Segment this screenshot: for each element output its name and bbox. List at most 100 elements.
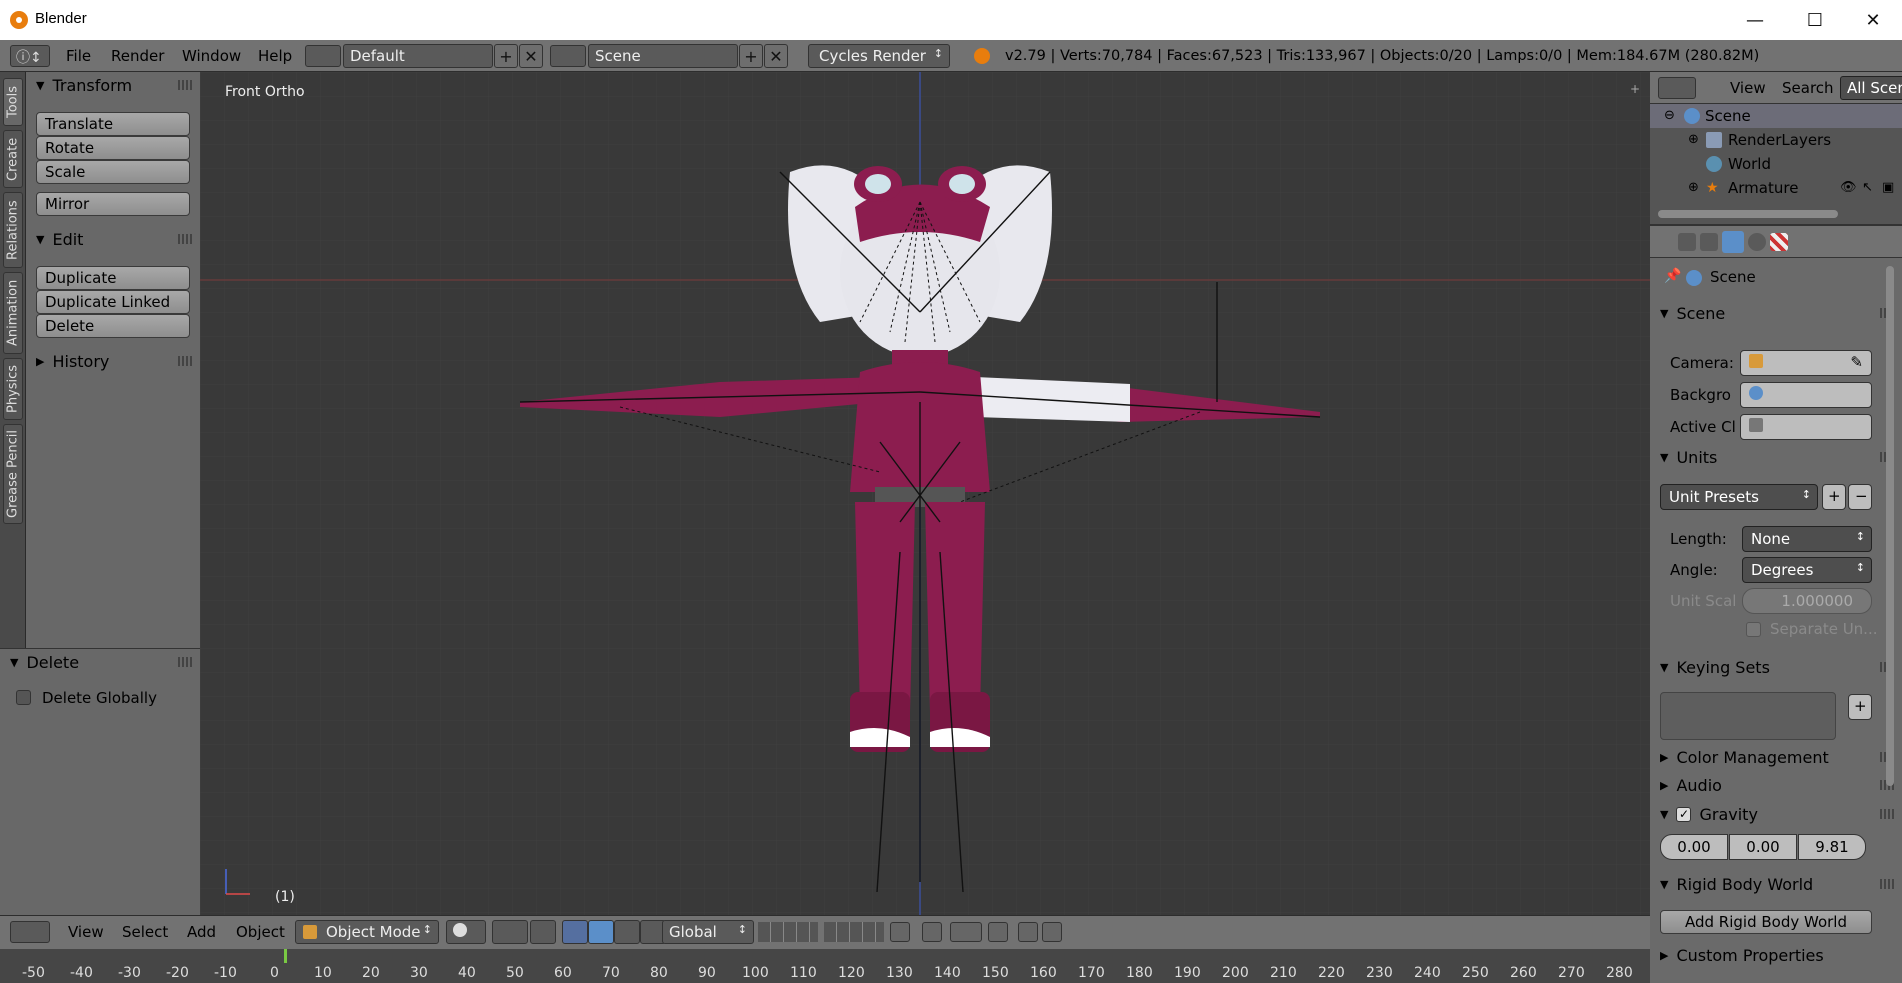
layers-grid-left[interactable] (758, 922, 818, 942)
edit-panel-header[interactable]: ▼ Edit (26, 226, 200, 252)
menu-render[interactable]: Render (111, 47, 164, 65)
mirror-button[interactable]: Mirror (36, 192, 190, 216)
pin-icon[interactable]: 📌 (1664, 268, 1681, 284)
drag-grip-icon[interactable] (178, 657, 192, 667)
remove-layout-button[interactable]: ✕ (519, 44, 543, 68)
gravity-x-field[interactable]: 0.00 (1660, 834, 1728, 860)
selectable-arrow-icon[interactable]: ↖ (1862, 180, 1873, 195)
editor-type-info-icon[interactable]: ⓘ↕ (10, 45, 50, 67)
tab-relations[interactable]: Relations (3, 192, 23, 268)
rotate-manipulator-icon[interactable] (588, 920, 614, 944)
snap-target-icon[interactable] (988, 922, 1008, 942)
3d-viewport[interactable]: Front Ortho (1) + (200, 72, 1650, 915)
viewport-shading-select[interactable] (446, 920, 486, 944)
audio-header[interactable]: ▶ Audio (1650, 772, 1902, 798)
proportional-edit-icon[interactable] (922, 922, 942, 942)
menu-file[interactable]: File (66, 47, 91, 65)
drag-grip-icon[interactable] (178, 234, 192, 244)
render-tab-icon[interactable] (1678, 233, 1696, 251)
render-animation-icon[interactable] (1042, 922, 1062, 942)
duplicate-linked-button[interactable]: Duplicate Linked (36, 290, 190, 314)
tab-create[interactable]: Create (3, 130, 23, 188)
separate-units-checkbox[interactable] (1746, 622, 1761, 637)
outliner-filter-select[interactable]: All Scenes (1840, 76, 1902, 100)
outliner-item-renderlayers[interactable]: RenderLayers (1728, 131, 1831, 149)
pivot-point-select[interactable] (492, 920, 528, 944)
scale-button[interactable]: Scale (36, 160, 190, 184)
collapse-icon[interactable]: ⊖ (1664, 108, 1675, 123)
menu-select[interactable]: Select (122, 923, 168, 941)
menu-object[interactable]: Object (236, 923, 285, 941)
delete-operator-header[interactable]: ▼ Delete (0, 649, 200, 675)
world-tab-icon[interactable] (1748, 233, 1766, 251)
outliner-menu-search[interactable]: Search (1782, 79, 1834, 97)
menu-view[interactable]: View (68, 923, 104, 941)
editor-type-3d-icon[interactable] (10, 921, 50, 943)
translate-button[interactable]: Translate (36, 112, 190, 136)
drag-grip-icon[interactable] (178, 356, 192, 366)
tab-grease-pencil[interactable]: Grease Pencil (3, 424, 23, 524)
rigid-body-world-header[interactable]: ▼ Rigid Body World (1650, 871, 1902, 897)
active-clip-field[interactable] (1740, 414, 1872, 440)
add-preset-button[interactable]: + (1822, 484, 1846, 510)
transform-panel-header[interactable]: ▼ Transform (26, 72, 200, 98)
delete-button[interactable]: Delete (36, 314, 190, 338)
render-engine-select[interactable]: Cycles Render ↕ (808, 44, 950, 68)
manipulator-toggle[interactable] (530, 920, 556, 944)
timeline-ruler[interactable]: -50 -40 -30 -20 -10 0 10 20 30 40 50 60 70 80 90 100 110… (0, 949, 1650, 983)
expand-icon[interactable]: ⊕ (1688, 180, 1699, 195)
renderable-camera-icon[interactable]: ▣ (1882, 180, 1894, 195)
minimize-button[interactable]: — (1728, 0, 1782, 40)
background-field[interactable] (1740, 382, 1872, 408)
menu-help[interactable]: Help (258, 47, 292, 65)
gravity-z-field[interactable]: 9.81 (1798, 834, 1866, 860)
history-panel-header[interactable]: ▶ History (26, 348, 200, 374)
angle-select[interactable]: Degrees ↕ (1742, 557, 1872, 583)
delete-globally-checkbox[interactable] (16, 690, 31, 705)
remove-scene-button[interactable]: ✕ (764, 44, 788, 68)
custom-properties-header[interactable]: ▶ Custom Properties (1650, 942, 1902, 968)
outliner-scrollbar[interactable] (1658, 210, 1838, 218)
duplicate-button[interactable]: Duplicate (36, 266, 190, 290)
gravity-y-field[interactable]: 0.00 (1729, 834, 1797, 860)
gravity-checkbox[interactable]: ✓ (1676, 806, 1692, 822)
layout-field[interactable]: Default (343, 44, 493, 68)
add-scene-button[interactable]: + (739, 44, 763, 68)
viewport-canvas[interactable] (200, 72, 1650, 915)
tab-animation[interactable]: Animation (3, 272, 23, 354)
maximize-button[interactable]: ☐ (1788, 0, 1842, 40)
keying-sets-list[interactable] (1660, 692, 1836, 740)
scene-tab-icon[interactable] (1722, 231, 1744, 253)
outliner-editor-icon[interactable] (1658, 77, 1696, 99)
close-button[interactable]: ✕ (1846, 0, 1900, 40)
add-keying-set-button[interactable]: + (1848, 694, 1872, 720)
tab-tools[interactable]: Tools (3, 78, 23, 126)
translate-manipulator-icon[interactable] (562, 920, 588, 944)
screen-layout-icon[interactable] (305, 45, 341, 67)
color-management-header[interactable]: ▶ Color Management (1650, 744, 1902, 770)
scene-section-header[interactable]: ▼ Scene (1650, 300, 1902, 326)
visibility-eye-icon[interactable]: 👁 (1840, 180, 1857, 195)
rotate-button[interactable]: Rotate (36, 136, 190, 160)
outliner-menu-view[interactable]: View (1730, 79, 1766, 97)
render-layers-tab-icon[interactable] (1700, 233, 1718, 251)
unit-presets-select[interactable]: Unit Presets ↕ (1660, 484, 1818, 510)
add-rigid-body-world-button[interactable]: Add Rigid Body World (1660, 910, 1872, 934)
layers-grid-right[interactable] (824, 922, 884, 942)
render-opengl-icon[interactable] (1018, 922, 1038, 942)
camera-field[interactable]: ✎ (1740, 350, 1872, 376)
texture-tab-icon[interactable] (1770, 233, 1788, 251)
scale-manipulator-icon[interactable] (614, 920, 640, 944)
eyedropper-icon[interactable]: ✎ (1850, 353, 1863, 371)
outliner-item-scene[interactable]: Scene (1705, 107, 1751, 125)
scene-icon[interactable] (550, 45, 586, 67)
drag-grip-icon[interactable] (178, 80, 192, 90)
outliner-item-world[interactable]: World (1728, 155, 1771, 173)
gravity-header[interactable]: ▼ ✓ Gravity (1650, 801, 1902, 827)
lock-camera-icon[interactable] (890, 922, 910, 942)
menu-add[interactable]: Add (187, 923, 216, 941)
remove-preset-button[interactable]: − (1848, 484, 1872, 510)
properties-scrollbar[interactable] (1886, 266, 1894, 786)
interaction-mode-select[interactable]: Object Mode ↕ (295, 920, 439, 944)
menu-window[interactable]: Window (182, 47, 241, 65)
